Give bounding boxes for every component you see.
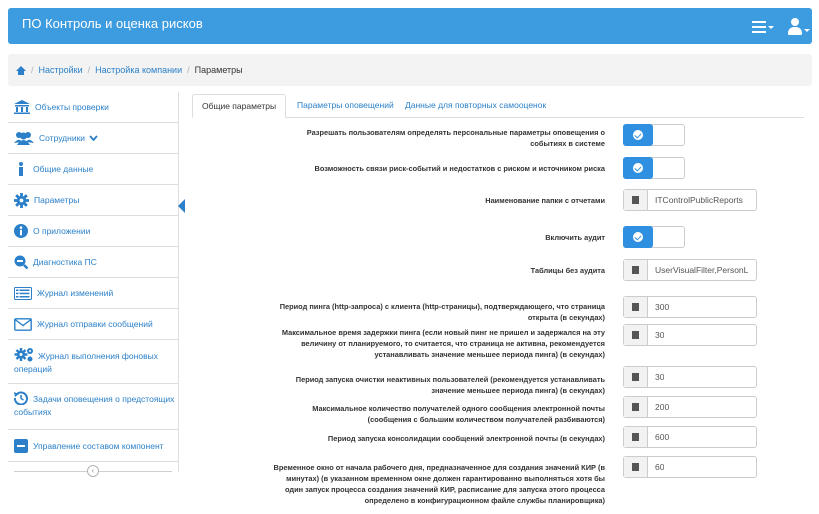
sidebar-item-label: Управление составом компонент xyxy=(33,440,164,451)
gears-icon xyxy=(14,348,33,362)
envelope-icon xyxy=(14,317,32,331)
field-addon-icon xyxy=(624,457,648,477)
check-icon xyxy=(633,163,643,173)
field-addon-icon xyxy=(624,367,648,387)
sidebar-item-label: Сотрудники xyxy=(39,133,86,143)
hamburger-menu-icon[interactable] xyxy=(752,20,774,34)
tab-notification-parameters[interactable]: Параметры оповещений xyxy=(288,94,403,118)
mail-consolidation-period-field[interactable]: 600 xyxy=(623,426,757,448)
gear-icon xyxy=(14,192,29,208)
sidebar-item-employees[interactable]: Сотрудники xyxy=(8,123,178,154)
cleanup-period-field[interactable]: 30 xyxy=(623,366,757,388)
field-addon-icon xyxy=(624,427,648,447)
list-icon xyxy=(14,286,32,300)
field-addon-icon xyxy=(624,325,648,345)
sidebar-item-notification-tasks[interactable]: Задачи оповещения о предстоящих событиях xyxy=(8,384,178,430)
setting-label-kir-time-window: Временное окно от начала рабочего дня, п… xyxy=(273,463,605,505)
risk-event-link-toggle[interactable] xyxy=(623,157,685,179)
setting-label-tables-without-audit: Таблицы без аудита xyxy=(530,266,605,275)
app-title[interactable]: ПО Контроль и оценка рисков xyxy=(22,16,203,31)
sidebar-item-about[interactable]: О приложении xyxy=(8,216,178,247)
history-icon xyxy=(14,391,28,406)
breadcrumb-separator: / xyxy=(187,65,190,75)
setting-label-cleanup-period: Период запуска очистки неактивных пользо… xyxy=(295,375,605,395)
top-navbar: ПО Контроль и оценка рисков xyxy=(8,8,812,44)
magnifier-icon xyxy=(14,255,28,269)
bank-icon xyxy=(14,100,30,114)
tab-reassessment-data[interactable]: Данные для повторных самооценок xyxy=(396,94,555,118)
sidebar-item-background-jobs[interactable]: Журнал выполнения фоновых операций xyxy=(8,340,178,384)
tables-without-audit-field[interactable]: UserVisualFilter,PersonL xyxy=(623,259,757,281)
sidebar-item-label-text: Журнал выполнения фоновых операций xyxy=(14,351,158,374)
active-item-pointer xyxy=(178,199,185,213)
breadcrumb-item-settings[interactable]: Настройки xyxy=(39,65,83,75)
chevron-down-icon[interactable] xyxy=(89,135,98,141)
sidebar-item-label: Параметры xyxy=(34,195,80,205)
info-circle-icon xyxy=(14,224,28,238)
sidebar-item-label: Общие данные xyxy=(33,164,94,174)
sidebar-item-mail-log[interactable]: Журнал отправки сообщений xyxy=(8,309,178,340)
breadcrumb-item-company-settings[interactable]: Настройка компании xyxy=(95,65,182,75)
sidebar-item-label: Журнал изменений xyxy=(37,288,114,298)
minus-square-icon xyxy=(14,438,28,453)
sidebar-item-label: Объекты проверки xyxy=(35,102,109,112)
breadcrumb-separator: / xyxy=(87,65,91,75)
sidebar-item-label: Диагностика ПС xyxy=(33,257,97,267)
kir-time-window-field[interactable]: 60 xyxy=(623,456,757,478)
sidebar-collapse-row: ‹ xyxy=(8,465,178,477)
setting-label-max-recipients: Максимальное количество получателей одно… xyxy=(312,404,605,424)
home-icon[interactable] xyxy=(16,65,26,75)
ping-period-field[interactable]: 300 xyxy=(623,296,757,318)
sidebar-item-label-text: Задачи оповещения о предстоящих событиях xyxy=(14,394,175,417)
info-icon xyxy=(19,162,23,176)
sidebar-collapse-button[interactable]: ‹ xyxy=(87,465,99,477)
sidebar-item-parameters[interactable]: Параметры xyxy=(8,185,178,216)
tab-general-parameters[interactable]: Общие параметры xyxy=(192,94,287,118)
setting-label-enable-audit: Включить аудит xyxy=(545,233,605,242)
sidebar-item-diagnostics[interactable]: Диагностика ПС xyxy=(8,247,178,278)
user-menu-icon[interactable] xyxy=(788,18,810,36)
users-icon xyxy=(14,132,34,145)
enable-audit-toggle[interactable] xyxy=(623,226,685,248)
field-addon-icon xyxy=(624,397,648,417)
setting-label-ping-period: Период пинга (http-запроса) с клиента (h… xyxy=(279,302,605,322)
check-icon xyxy=(633,232,643,242)
sidebar-item-changelog[interactable]: Журнал изменений xyxy=(8,278,178,309)
sidebar-item-components[interactable]: Управление составом компонент xyxy=(8,430,178,462)
sidebar-item-common-data[interactable]: Общие данные xyxy=(8,154,178,185)
personal-notifications-toggle[interactable] xyxy=(623,124,685,146)
setting-label-mail-consolidation-period: Период запуска консолидации сообщений эл… xyxy=(327,434,605,443)
sidebar-item-label: Журнал выполнения фоновых операций xyxy=(14,347,178,376)
check-icon xyxy=(633,130,643,140)
field-addon-icon xyxy=(624,297,648,317)
sidebar-item-objects[interactable]: Объекты проверки xyxy=(8,92,178,123)
field-addon-icon xyxy=(624,260,648,280)
setting-label-reports-folder: Наименование папки с отчетами xyxy=(485,196,605,205)
sidebar-divider xyxy=(178,92,179,472)
breadcrumb-item-parameters: Параметры xyxy=(194,65,243,75)
field-addon-icon xyxy=(624,190,648,210)
reports-folder-field[interactable]: ITControlPublicReports xyxy=(623,189,757,211)
breadcrumb: / Настройки / Настройка компании / Парам… xyxy=(8,54,812,86)
setting-label-ping-max-delay: Максимальное время задержки пинга (если … xyxy=(281,328,605,359)
sidebar-item-label: О приложении xyxy=(33,226,91,236)
setting-label-personal-notifications: Разрешать пользователям определять персо… xyxy=(306,128,605,148)
setting-label-risk-event-link: Возможность связи риск-событий и недоста… xyxy=(314,164,605,173)
sidebar-item-label: Задачи оповещения о предстоящих событиях xyxy=(14,391,178,419)
ping-max-delay-field[interactable]: 30 xyxy=(623,324,757,346)
sidebar-item-label: Журнал отправки сообщений xyxy=(37,319,153,329)
breadcrumb-separator: / xyxy=(31,65,34,75)
settings-tabs: Общие параметры Параметры оповещений Дан… xyxy=(192,94,804,118)
max-recipients-field[interactable]: 200 xyxy=(623,396,757,418)
